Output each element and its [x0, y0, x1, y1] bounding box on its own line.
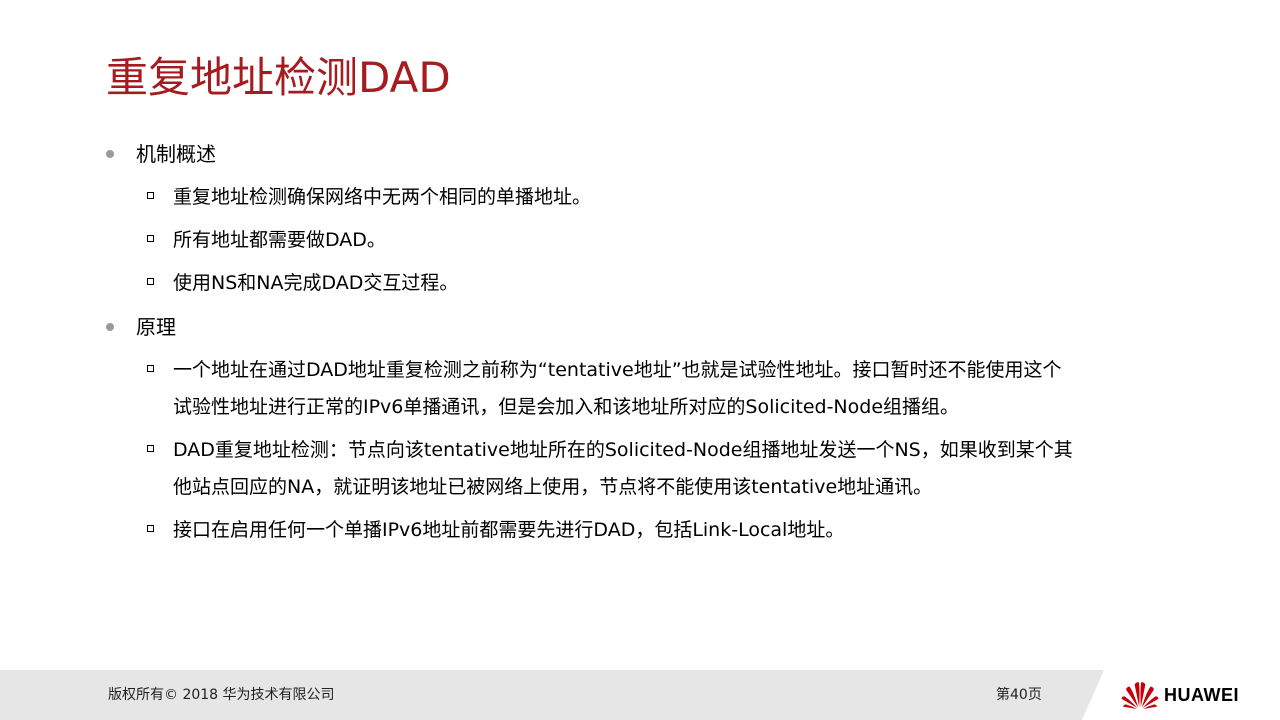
section-heading-label: 原理 — [136, 315, 176, 339]
page-number: 第40页 — [996, 687, 1042, 703]
section-heading-mechanism: 机制概述 — [106, 140, 216, 168]
hollow-square-icon — [147, 365, 154, 372]
section-heading-label: 机制概述 — [136, 142, 216, 166]
list-item: 接口在启用任何一个单播IPv6地址前都需要先进行DAD，包括Link-Local… — [147, 512, 1188, 549]
list-item: 重复地址检测确保网络中无两个相同的单播地址。 — [147, 179, 1188, 216]
hollow-square-icon — [147, 525, 154, 532]
list-item-text-line: DAD重复地址检测：节点向该tentative地址所在的Solicited-No… — [173, 439, 1073, 461]
list-item: 使用NS和NA完成DAD交互过程。 — [147, 265, 1188, 302]
slide-title: 重复地址检测DAD — [106, 53, 451, 102]
copyright-text: 版权所有© 2018 华为技术有限公司 — [108, 687, 335, 703]
hollow-square-icon — [147, 192, 154, 199]
brand-name: HUAWEI — [1164, 685, 1239, 705]
list-item-text-line: 试验性地址进行正常的IPv6单播通讯，但是会加入和该地址所对应的Solicite… — [173, 396, 960, 418]
list-item-text: 使用NS和NA完成DAD交互过程。 — [173, 272, 459, 294]
hollow-square-icon — [147, 445, 154, 452]
list-item-text: 重复地址检测确保网络中无两个相同的单播地址。 — [173, 186, 592, 208]
section-heading-principle: 原理 — [106, 313, 176, 341]
list-item: DAD重复地址检测：节点向该tentative地址所在的Solicited-No… — [147, 432, 1188, 506]
round-dot-icon — [106, 150, 114, 158]
list-item: 所有地址都需要做DAD。 — [147, 222, 1188, 259]
list-item-text: 所有地址都需要做DAD。 — [173, 229, 386, 251]
hollow-square-icon — [147, 235, 154, 242]
brand-logo-panel: HUAWEI — [1082, 670, 1280, 720]
hollow-square-icon — [147, 278, 154, 285]
list-item-text-line: 他站点回应的NA，就证明该地址已被网络上使用，节点将不能使用该tentative… — [173, 476, 933, 498]
list-item-text: 接口在启用任何一个单播IPv6地址前都需要先进行DAD，包括Link-Local… — [173, 519, 845, 541]
round-dot-icon — [106, 323, 114, 331]
huawei-petal-logo-icon — [1121, 682, 1159, 709]
list-item-text-line: 一个地址在通过DAD地址重复检测之前称为“tentative地址”也就是试验性地… — [173, 359, 1062, 381]
slide-footer: 版权所有© 2018 华为技术有限公司 第40页 HUAWEI — [0, 670, 1280, 720]
list-item: 一个地址在通过DAD地址重复检测之前称为“tentative地址”也就是试验性地… — [147, 352, 1188, 426]
